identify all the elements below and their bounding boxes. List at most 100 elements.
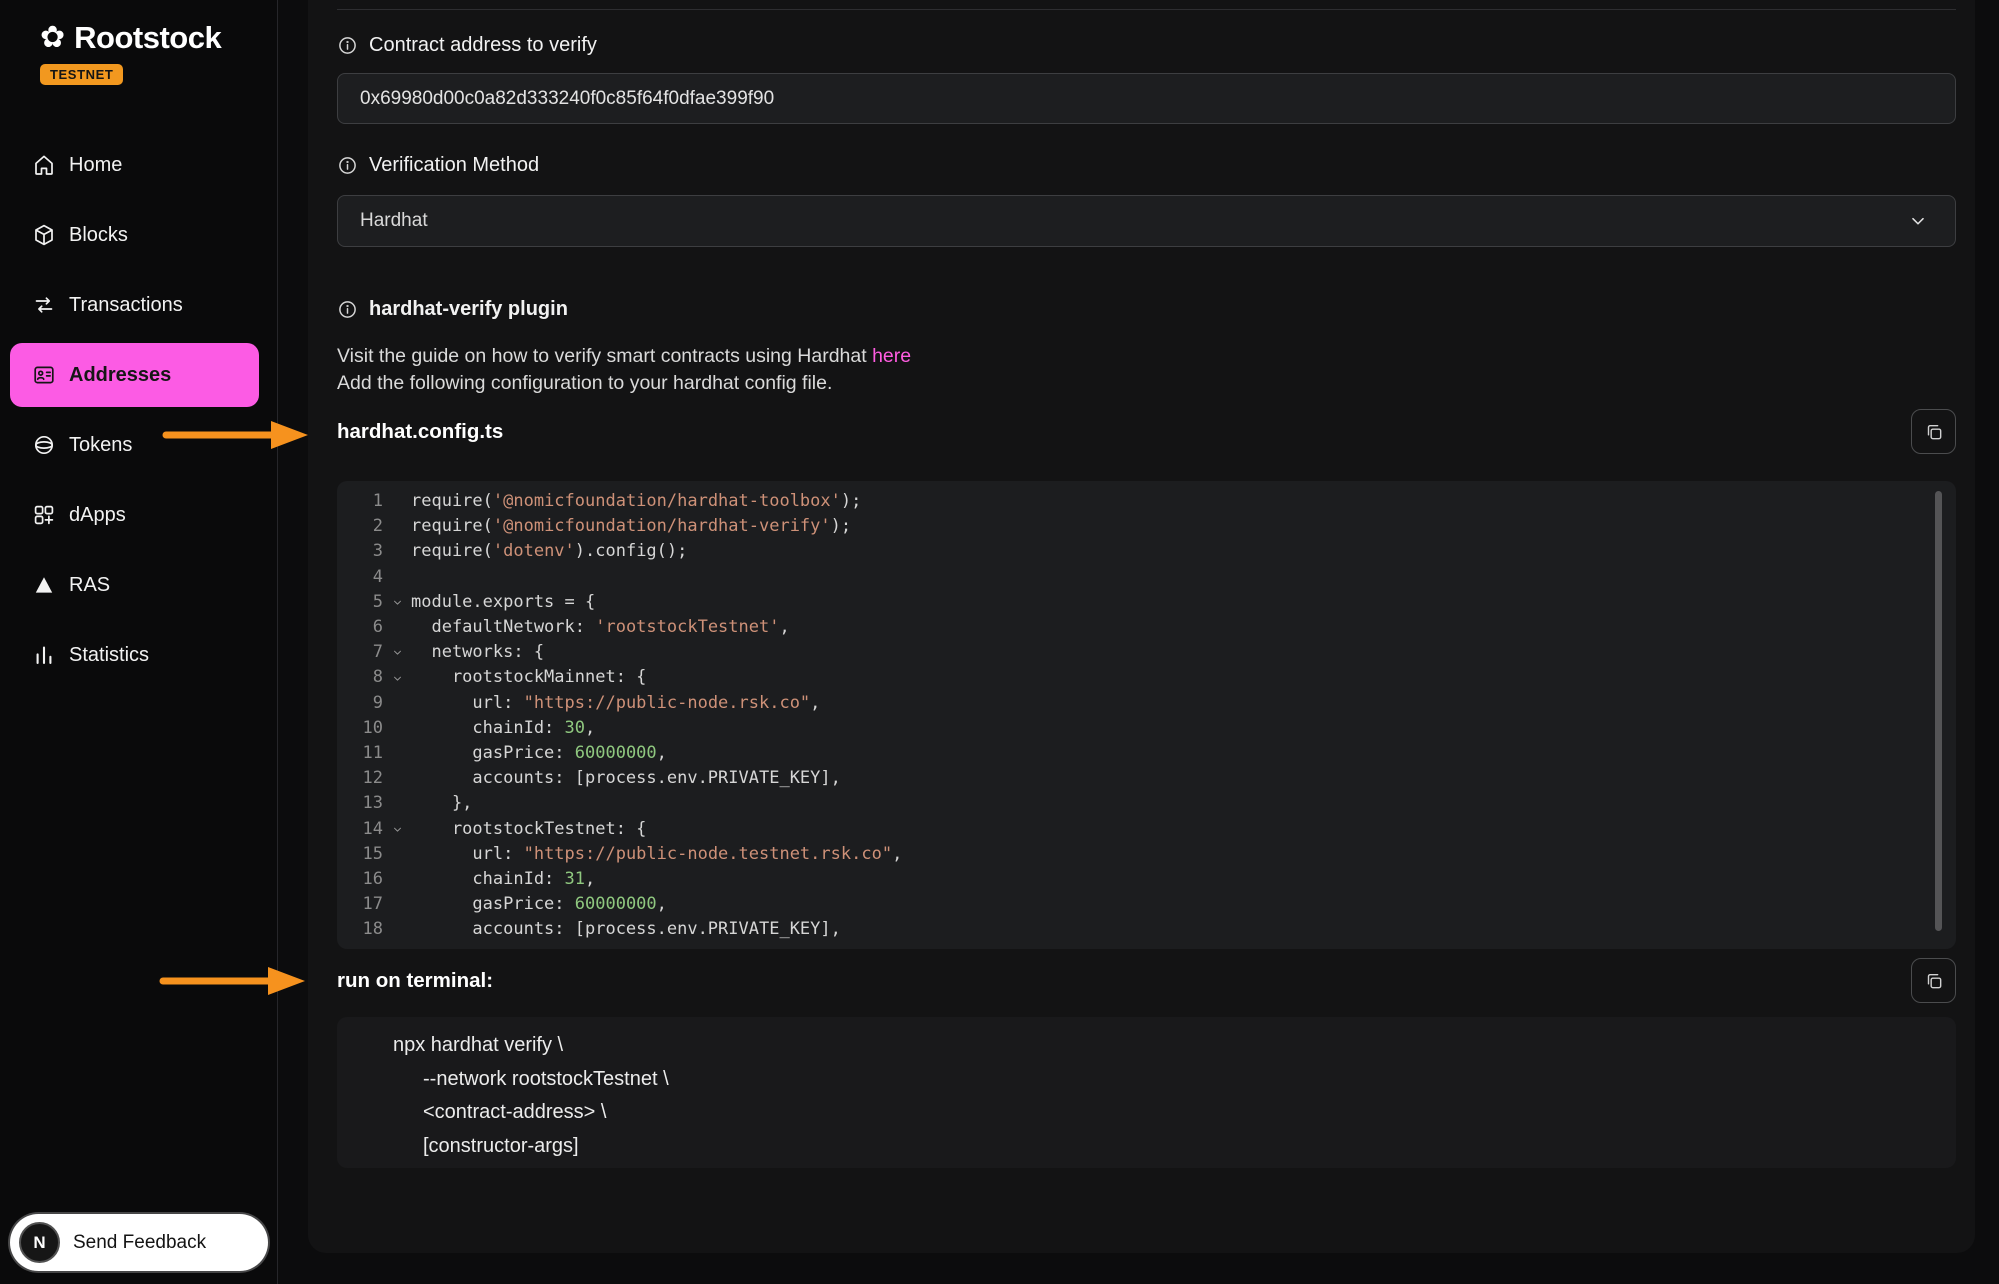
terminal-line: --network rootstockTestnet \: [393, 1063, 1956, 1097]
line-number: 11: [345, 741, 383, 766]
blocks-icon: [32, 223, 56, 247]
line-number: 16: [345, 867, 383, 892]
fold-gutter: [383, 766, 411, 791]
code-line: 18 accounts: [process.env.PRIVATE_KEY],: [345, 917, 1956, 942]
code-line: 1require('@nomicfoundation/hardhat-toolb…: [345, 489, 1956, 514]
sidebar: ✿ Rootstock TESTNET HomeBlocksTransactio…: [0, 0, 278, 1284]
fold-caret-icon[interactable]: [383, 817, 411, 842]
fold-gutter: [383, 489, 411, 514]
fold-gutter: [383, 867, 411, 892]
code-line: 2require('@nomicfoundation/hardhat-verif…: [345, 514, 1956, 539]
copy-command-button[interactable]: [1911, 958, 1956, 1003]
fold-gutter: [383, 565, 411, 590]
fold-caret-icon[interactable]: [383, 590, 411, 615]
fold-gutter: [383, 917, 411, 942]
code-line: 13 },: [345, 791, 1956, 816]
config-filename: hardhat.config.ts: [337, 420, 503, 444]
terminal-line: npx hardhat verify \: [393, 1029, 1956, 1063]
sidebar-item-dapps[interactable]: dApps: [10, 483, 259, 547]
contract-address-label-row: Contract address to verify: [337, 32, 1956, 58]
rootstock-logo-icon: ✿: [40, 23, 65, 53]
sidebar-item-label: Tokens: [69, 434, 132, 457]
fold-gutter: [383, 514, 411, 539]
sidebar-item-label: Statistics: [69, 644, 149, 667]
plugin-title: hardhat-verify plugin: [369, 298, 568, 321]
fold-gutter: [383, 791, 411, 816]
addresses-icon: [32, 363, 56, 387]
statistics-icon: [32, 643, 56, 667]
code-line: 6 defaultNetwork: 'rootstockTestnet',: [345, 615, 1956, 640]
config-filename-row: hardhat.config.ts: [337, 409, 1956, 454]
line-number: 15: [345, 842, 383, 867]
selected-method-value: Hardhat: [360, 210, 428, 232]
info-icon[interactable]: [337, 299, 358, 320]
code-lines: 1require('@nomicfoundation/hardhat-toolb…: [345, 489, 1956, 943]
code-line: 10 chainId: 30,: [345, 716, 1956, 741]
sidebar-item-statistics[interactable]: Statistics: [10, 623, 259, 687]
home-icon: [32, 153, 56, 177]
sidebar-item-addresses[interactable]: Addresses: [10, 343, 259, 407]
verification-method-label-row: Verification Method: [337, 152, 1956, 178]
testnet-badge: TESTNET: [40, 64, 123, 85]
line-number: 1: [345, 489, 383, 514]
terminal-line: <contract-address> \: [393, 1096, 1956, 1130]
sidebar-item-ras[interactable]: RAS: [10, 553, 259, 617]
fold-gutter: [383, 741, 411, 766]
code-line: 11 gasPrice: 60000000,: [345, 741, 1956, 766]
code-line: 5module.exports = {: [345, 590, 1956, 615]
sidebar-item-transactions[interactable]: Transactions: [10, 273, 259, 337]
fold-gutter: [383, 615, 411, 640]
code-line: 8 rootstockMainnet: {: [345, 665, 1956, 690]
line-number: 9: [345, 691, 383, 716]
info-icon[interactable]: [337, 35, 358, 56]
fold-gutter: [383, 842, 411, 867]
sidebar-item-label: Blocks: [69, 224, 128, 247]
line-number: 4: [345, 565, 383, 590]
line-number: 5: [345, 590, 383, 615]
guide-text: Visit the guide on how to verify smart c…: [337, 345, 872, 367]
ras-icon: [32, 573, 56, 597]
config-code-block[interactable]: 1require('@nomicfoundation/hardhat-toolb…: [337, 481, 1956, 949]
code-line: 16 chainId: 31,: [345, 867, 1956, 892]
line-number: 3: [345, 539, 383, 564]
sidebar-item-home[interactable]: Home: [10, 133, 259, 197]
verification-method-select[interactable]: Hardhat: [337, 195, 1956, 247]
copy-icon: [1924, 971, 1944, 991]
sidebar-item-blocks[interactable]: Blocks: [10, 203, 259, 267]
main-content: Contract address to verify Verification …: [278, 0, 1999, 1284]
transactions-icon: [32, 293, 56, 317]
sidebar-item-label: Addresses: [69, 364, 171, 387]
fold-gutter: [383, 892, 411, 917]
contract-address-label: Contract address to verify: [369, 34, 597, 57]
info-icon[interactable]: [337, 155, 358, 176]
feedback-label: Send Feedback: [73, 1232, 206, 1254]
verify-card: Contract address to verify Verification …: [308, 0, 1975, 1253]
guide-here-link[interactable]: here: [872, 345, 911, 367]
terminal-title-row: run on terminal:: [337, 958, 1956, 1003]
fold-gutter: [383, 539, 411, 564]
copy-icon: [1924, 422, 1944, 442]
plugin-title-row: hardhat-verify plugin: [337, 296, 1956, 322]
code-line: 17 gasPrice: 60000000,: [345, 892, 1956, 917]
code-scrollbar[interactable]: [1935, 491, 1942, 931]
guide-paragraph: Visit the guide on how to verify smart c…: [337, 343, 1956, 370]
sidebar-item-label: RAS: [69, 574, 110, 597]
fold-caret-icon[interactable]: [383, 640, 411, 665]
dapps-icon: [32, 503, 56, 527]
top-divider: [337, 9, 1956, 10]
copy-config-button[interactable]: [1911, 409, 1956, 454]
terminal-title: run on terminal:: [337, 969, 493, 993]
tokens-icon: [32, 433, 56, 457]
sidebar-item-tokens[interactable]: Tokens: [10, 413, 259, 477]
code-line: 4: [345, 565, 1956, 590]
fold-caret-icon[interactable]: [383, 665, 411, 690]
line-number: 7: [345, 640, 383, 665]
code-line: 15 url: "https://public-node.testnet.rsk…: [345, 842, 1956, 867]
sidebar-item-label: Home: [69, 154, 122, 177]
sidebar-item-label: dApps: [69, 504, 126, 527]
send-feedback-button[interactable]: N Send Feedback: [10, 1214, 268, 1271]
terminal-line: [constructor-args]: [393, 1130, 1956, 1164]
code-line: 3require('dotenv').config();: [345, 539, 1956, 564]
code-line: 9 url: "https://public-node.rsk.co",: [345, 691, 1956, 716]
contract-address-input[interactable]: [337, 73, 1956, 124]
